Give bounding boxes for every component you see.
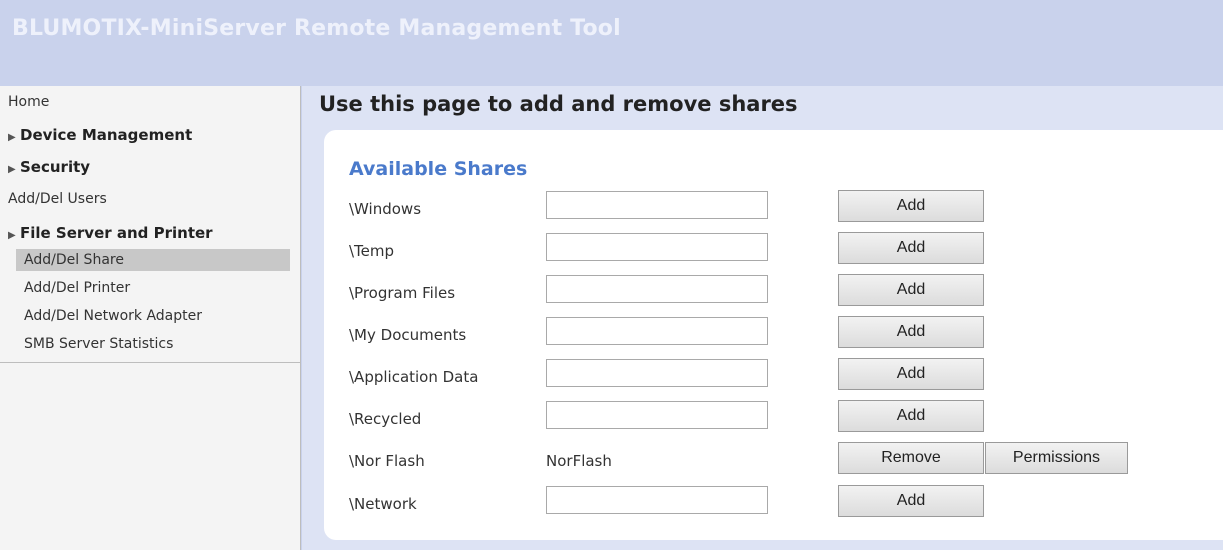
sidebar-item-label: File Server and Printer (20, 224, 213, 242)
share-input-application-data[interactable] (546, 359, 768, 387)
sidebar-item-label: Device Management (20, 126, 193, 144)
sidebar-item-home[interactable]: Home (8, 94, 298, 110)
add-share-button[interactable]: Add (838, 274, 984, 306)
share-name: \Network (349, 495, 417, 513)
sidebar-item-add-del-network-adapter[interactable]: Add/Del Network Adapter (24, 305, 290, 327)
sidebar-item-security[interactable]: ▶ Security (8, 158, 298, 176)
app-header: BLUMOTIX-MiniServer Remote Management To… (0, 0, 1223, 86)
remove-share-button[interactable]: Remove (838, 442, 984, 474)
expand-arrow-icon: ▶ (8, 230, 16, 241)
share-name: \Nor Flash (349, 452, 425, 470)
expand-arrow-icon: ▶ (8, 164, 16, 175)
app-title: BLUMOTIX-MiniServer Remote Management To… (12, 16, 621, 41)
sidebar-item-add-del-printer[interactable]: Add/Del Printer (24, 277, 290, 299)
shares-panel: Available Shares \Windows Add \Temp Add … (324, 130, 1223, 540)
share-input-my-documents[interactable] (546, 317, 768, 345)
share-input-windows[interactable] (546, 191, 768, 219)
share-input-program-files[interactable] (546, 275, 768, 303)
sidebar-item-add-del-share[interactable]: Add/Del Share (16, 249, 290, 271)
expand-arrow-icon: ▶ (8, 132, 16, 143)
share-name: \Recycled (349, 410, 422, 428)
page-title: Use this page to add and remove shares (319, 92, 798, 116)
add-share-button[interactable]: Add (838, 190, 984, 222)
share-name: \Temp (349, 242, 395, 260)
sidebar-item-file-server-printer[interactable]: ▶ File Server and Printer (8, 224, 298, 242)
sidebar-item-device-management[interactable]: ▶ Device Management (8, 126, 298, 144)
share-input-temp[interactable] (546, 233, 768, 261)
add-share-button[interactable]: Add (838, 316, 984, 348)
share-value-norflash: NorFlash (546, 452, 612, 470)
share-name: \Windows (349, 200, 422, 218)
add-share-button[interactable]: Add (838, 358, 984, 390)
share-name: \My Documents (349, 326, 467, 344)
sidebar-item-smb-server-statistics[interactable]: SMB Server Statistics (24, 333, 290, 355)
sidebar-item-add-del-users[interactable]: Add/Del Users (8, 191, 298, 207)
share-input-recycled[interactable] (546, 401, 768, 429)
add-share-button[interactable]: Add (838, 232, 984, 264)
share-name: \Program Files (349, 284, 456, 302)
share-name: \Application Data (349, 368, 479, 386)
main-content: Use this page to add and remove shares A… (302, 86, 1223, 550)
panel-title: Available Shares (349, 158, 528, 180)
permissions-button[interactable]: Permissions (985, 442, 1128, 474)
sidebar-nav: Home ▶ Device Management ▶ Security Add/De… (0, 86, 301, 550)
add-share-button[interactable]: Add (838, 485, 984, 517)
share-input-network[interactable] (546, 486, 768, 514)
add-share-button[interactable]: Add (838, 400, 984, 432)
sidebar-divider (0, 362, 300, 363)
sidebar-item-label: Security (20, 158, 91, 176)
